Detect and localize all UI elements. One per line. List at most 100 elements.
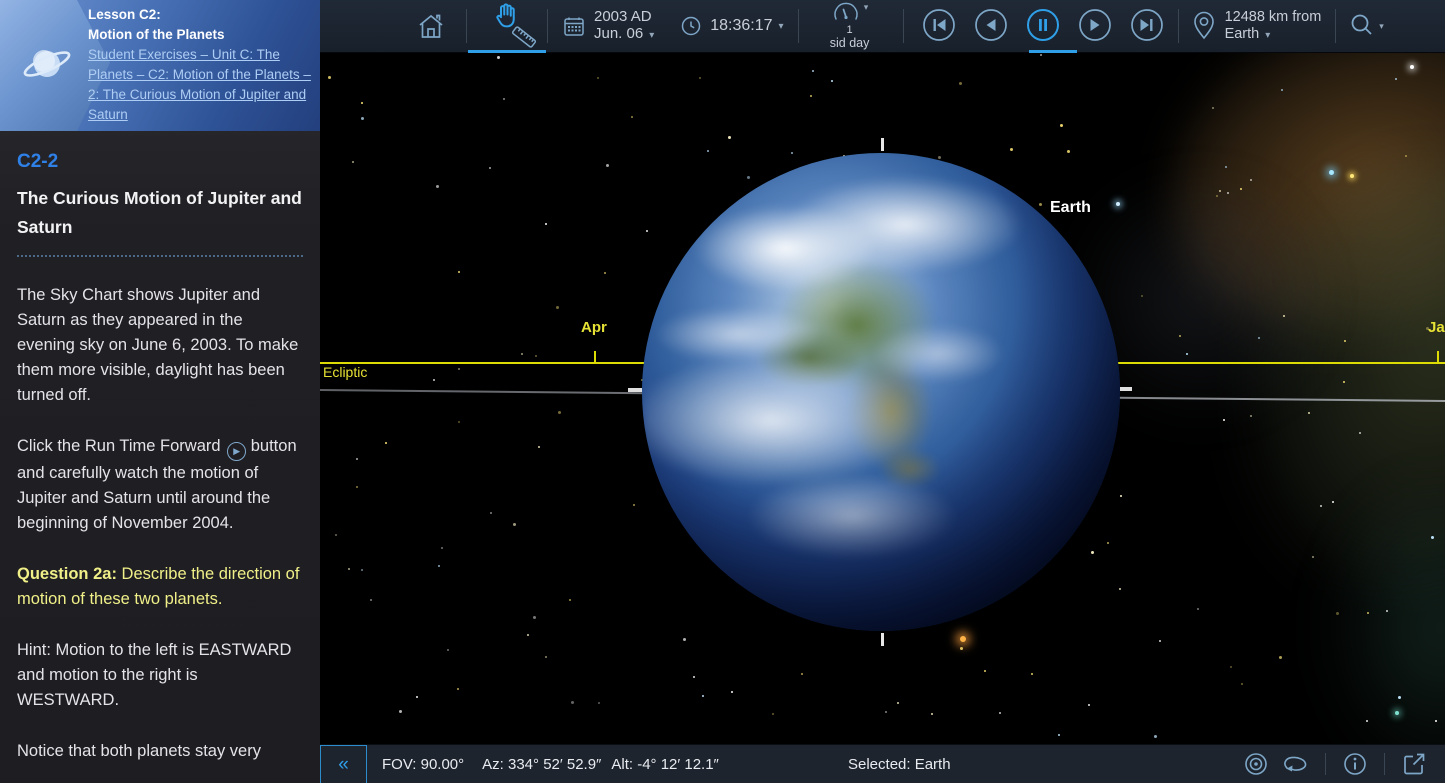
rate-unit: sid day bbox=[830, 36, 870, 51]
time-rate-control[interactable]: ▾ 1 sid day bbox=[811, 2, 889, 51]
info-button[interactable] bbox=[1342, 751, 1368, 777]
chevron-down-icon: ▾ bbox=[649, 30, 654, 41]
equator-marker bbox=[1120, 387, 1132, 391]
rate-value: 1 bbox=[847, 24, 853, 36]
lesson-header: Lesson C2: Motion of the Planets Student… bbox=[0, 0, 320, 131]
target-icon bbox=[1243, 751, 1269, 777]
home-button[interactable] bbox=[416, 12, 446, 40]
calendar-icon bbox=[562, 14, 586, 38]
active-playback-underline bbox=[1029, 50, 1077, 53]
azimuth-readout: Az: 334° 52′ 52.9″ bbox=[482, 756, 601, 773]
hint-paragraph: Hint: Motion to the left is EASTWARD and… bbox=[17, 638, 303, 713]
run-text-before: Click the Run Time Forward bbox=[17, 437, 221, 455]
toolbar-divider bbox=[798, 9, 799, 43]
lesson-body: C2-2 The Curious Motion of Jupiter and S… bbox=[0, 131, 320, 764]
planetarium-app: 2003 AD Jun. 06 ▾ 18:36:17 ▾ bbox=[0, 0, 1445, 783]
star bbox=[1410, 65, 1414, 69]
date-control[interactable]: 2003 AD Jun. 06 ▾ bbox=[562, 8, 654, 44]
altitude-readout: Alt: -4° 12′ 12.1″ bbox=[611, 756, 719, 773]
star bbox=[1350, 174, 1354, 178]
statusbar-divider bbox=[1325, 753, 1326, 775]
earth-night-shadow bbox=[642, 153, 1120, 631]
saturn-icon bbox=[18, 36, 76, 90]
earth-planet[interactable] bbox=[642, 153, 1120, 631]
chevron-down-icon: ▾ bbox=[864, 2, 869, 13]
play-icon bbox=[1078, 8, 1112, 42]
date-day: Jun. 06 bbox=[594, 25, 643, 42]
pause-icon bbox=[1026, 8, 1060, 42]
nebula bbox=[1193, 128, 1445, 627]
toolbar-divider bbox=[1178, 9, 1179, 43]
time-control[interactable]: 18:36:17 ▾ bbox=[680, 15, 783, 37]
sky-viewport: 2003 AD Jun. 06 ▾ 18:36:17 ▾ bbox=[320, 0, 1445, 783]
nebula bbox=[1320, 473, 1445, 744]
toolbar-divider bbox=[466, 9, 467, 43]
clipped-paragraph: Notice that both planets stay very bbox=[17, 739, 303, 764]
ecliptic-tick bbox=[1437, 351, 1439, 362]
step-back-icon bbox=[974, 8, 1008, 42]
search-button[interactable]: ▾ bbox=[1348, 12, 1384, 40]
date-era: 2003 AD bbox=[594, 8, 654, 25]
lesson-title: Motion of the Planets bbox=[88, 25, 316, 45]
lesson-breadcrumb-link[interactable]: Student Exercises – Unit C: The Planets … bbox=[88, 47, 311, 122]
pause-button[interactable] bbox=[1026, 8, 1060, 45]
open-external-icon bbox=[1401, 751, 1427, 777]
question-label: Question 2a: bbox=[17, 565, 117, 583]
run-time-forward-button[interactable] bbox=[1078, 8, 1112, 45]
lesson-paragraph-run: Click the Run Time Forward ▶ button and … bbox=[17, 434, 303, 536]
run-time-forward-inline-icon: ▶ bbox=[227, 442, 246, 461]
star bbox=[1329, 170, 1334, 175]
orbit-view-button[interactable] bbox=[1279, 751, 1309, 777]
run-time-backward-button[interactable] bbox=[974, 8, 1008, 45]
main-toolbar: 2003 AD Jun. 06 ▾ 18:36:17 ▾ bbox=[320, 0, 1445, 53]
chevron-down-icon: ▾ bbox=[779, 21, 784, 32]
star bbox=[960, 636, 966, 642]
clock-icon bbox=[680, 15, 702, 37]
location-line2: Earth bbox=[1225, 26, 1260, 42]
skip-to-start-button[interactable] bbox=[922, 8, 956, 45]
statusbar-divider bbox=[1384, 753, 1385, 775]
month-label-jan: Jan bbox=[1428, 319, 1445, 336]
lesson-paragraph-intro: The Sky Chart shows Jupiter and Saturn a… bbox=[17, 283, 303, 408]
chevron-down-icon: ▾ bbox=[1379, 21, 1384, 32]
status-bar: « FOV: 90.00° Az: 334° 52′ 52.9″ Alt: -4… bbox=[320, 744, 1445, 783]
lesson-code: C2-2 bbox=[17, 151, 303, 173]
location-line1: 12488 km from bbox=[1225, 9, 1322, 26]
lesson-sidebar: Lesson C2: Motion of the Planets Student… bbox=[0, 0, 320, 783]
ecliptic-tick bbox=[594, 351, 596, 362]
sky-view[interactable]: Earth Apr Jan Ecliptic bbox=[320, 53, 1445, 744]
lesson-heading: The Curious Motion of Jupiter and Saturn bbox=[17, 184, 303, 242]
meridian-tick bbox=[881, 633, 884, 646]
ecliptic-label: Ecliptic bbox=[323, 364, 367, 380]
open-external-button[interactable] bbox=[1401, 751, 1427, 777]
toolbar-divider bbox=[547, 9, 548, 43]
skip-forward-icon bbox=[1130, 8, 1164, 42]
pan-tool-button[interactable] bbox=[483, 0, 547, 53]
dotted-divider bbox=[17, 255, 303, 257]
viewing-location-control[interactable]: 12488 km from Earth ▾ bbox=[1191, 9, 1322, 44]
skip-to-end-button[interactable] bbox=[1130, 8, 1164, 45]
orbit-icon bbox=[1279, 751, 1309, 777]
collapse-panel-button[interactable]: « bbox=[320, 745, 367, 783]
star bbox=[1395, 711, 1399, 715]
meridian-tick bbox=[881, 138, 884, 151]
search-icon bbox=[1348, 12, 1376, 40]
fov-readout: FOV: 90.00° bbox=[382, 756, 464, 773]
home-icon bbox=[416, 12, 446, 40]
earth-label[interactable]: Earth bbox=[1050, 199, 1091, 217]
active-tool-underline bbox=[468, 50, 546, 53]
info-icon bbox=[1342, 751, 1368, 777]
nebula bbox=[1130, 53, 1445, 391]
toolbar-divider bbox=[1335, 9, 1336, 43]
chevron-down-icon: ▾ bbox=[1265, 30, 1270, 41]
toolbar-divider bbox=[903, 9, 904, 43]
ruler-icon bbox=[507, 22, 541, 52]
selected-object-readout: Selected: Earth bbox=[848, 756, 951, 773]
center-selection-button[interactable] bbox=[1243, 751, 1269, 777]
equator-marker bbox=[628, 388, 642, 392]
time-value: 18:36:17 bbox=[710, 17, 772, 35]
location-pin-icon bbox=[1191, 11, 1217, 41]
time-rate-gauge-icon bbox=[831, 2, 861, 22]
month-label-apr: Apr bbox=[581, 319, 607, 336]
skip-back-icon bbox=[922, 8, 956, 42]
